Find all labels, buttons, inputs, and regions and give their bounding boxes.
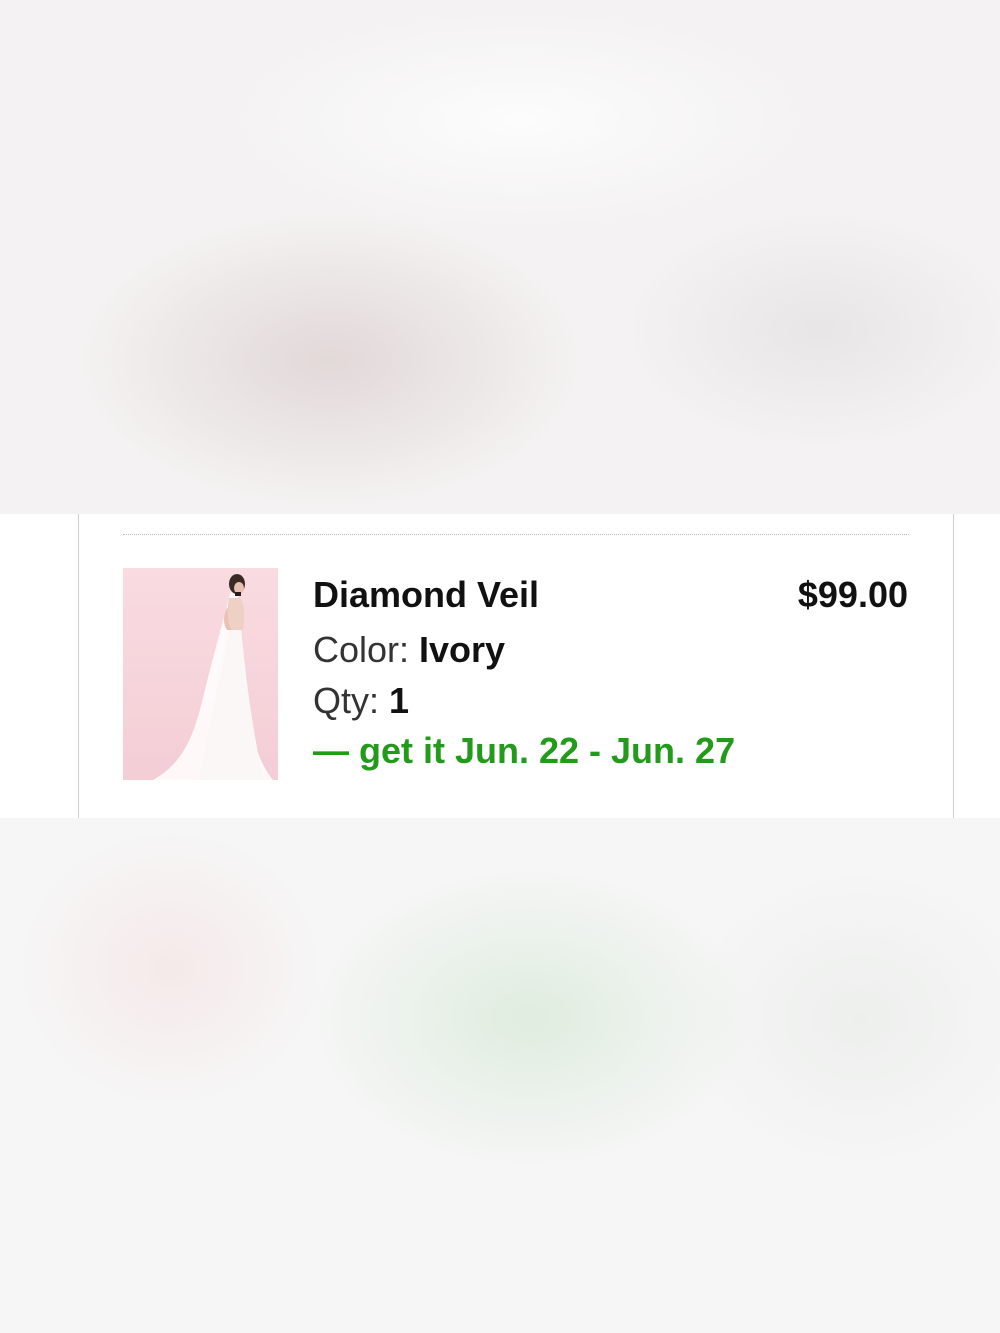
delivery-estimate: — get it Jun. 22 - Jun. 27 xyxy=(313,730,736,771)
cart-item-card: Diamond Veil $99.00 Color: Ivory Qty: 1 … xyxy=(0,514,1000,818)
product-image[interactable] xyxy=(123,568,278,780)
qty-label: Qty: xyxy=(313,680,390,721)
card-border-right xyxy=(953,514,954,818)
card-border-left xyxy=(78,514,79,818)
blurred-background-top xyxy=(0,0,1000,514)
product-name[interactable]: Diamond Veil xyxy=(313,574,539,616)
item-divider xyxy=(123,534,909,535)
bride-in-veil-photo xyxy=(153,574,273,780)
product-price: $99.00 xyxy=(797,574,908,615)
color-row: Color: Ivory xyxy=(313,629,505,671)
qty-row: Qty: 1 xyxy=(313,680,409,722)
color-label: Color: xyxy=(313,629,420,670)
qty-value: 1 xyxy=(389,680,410,721)
color-value: Ivory xyxy=(419,629,506,670)
blurred-background-bottom xyxy=(0,818,1000,1333)
